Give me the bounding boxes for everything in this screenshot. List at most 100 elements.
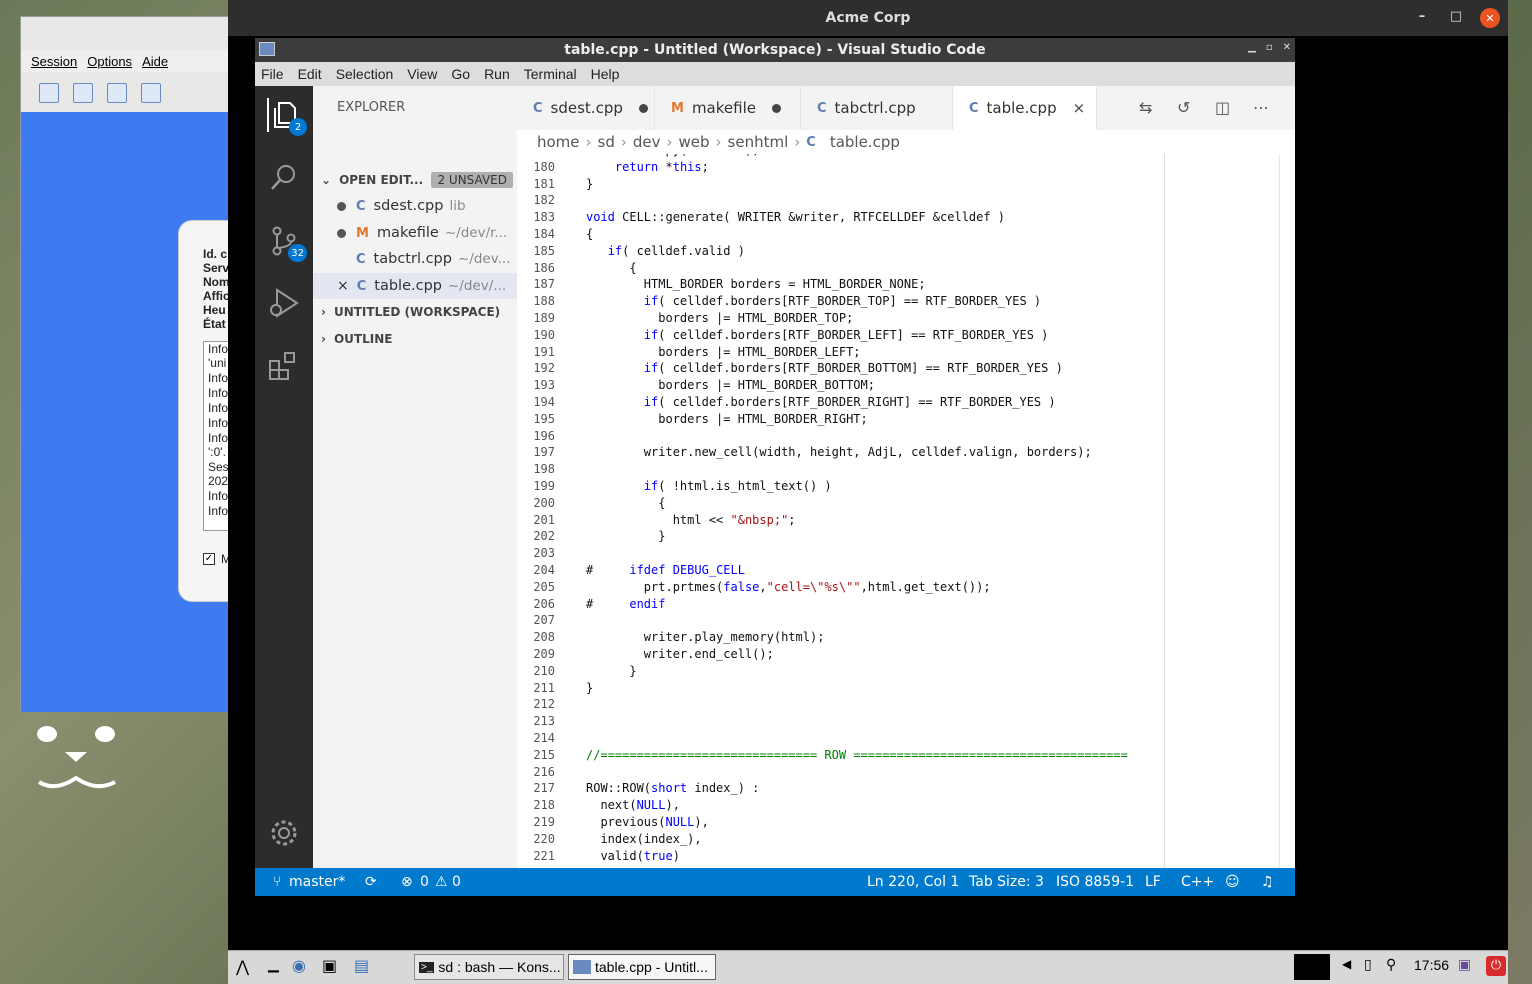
warning-count[interactable]: 0 — [452, 874, 461, 890]
menu-go[interactable]: Go — [451, 66, 470, 82]
code-line[interactable]: borders |= HTML_BORDER_BOTTOM; — [586, 378, 875, 392]
tab-table[interactable]: C table.cpp × — [953, 86, 1097, 130]
code-line[interactable]: } — [586, 664, 636, 678]
breadcrumb-item[interactable]: senhtml — [728, 133, 789, 151]
bg-menu-session[interactable]: Session — [31, 54, 77, 69]
warning-icon[interactable]: ⚠ — [435, 874, 448, 890]
notifications-bell-icon[interactable]: ♫ — [1261, 874, 1274, 890]
language-mode[interactable]: C++ — [1181, 874, 1214, 890]
maximize-icon[interactable]: ▫ — [1266, 42, 1273, 53]
power-icon[interactable]: ⏻ — [1486, 956, 1506, 976]
code-editor[interactable]: 179 html.copy(ori.html); 180 return *this… — [517, 154, 1295, 868]
source-control-icon[interactable]: 32 — [267, 224, 307, 262]
code-line[interactable]: void CELL::generate( WRITER &writer, RTF… — [586, 210, 1005, 224]
new-session-icon[interactable] — [39, 82, 59, 103]
outline-section[interactable]: › OUTLINE — [313, 326, 517, 352]
code-line[interactable]: next(NULL), — [586, 798, 680, 812]
menu-edit[interactable]: Edit — [298, 66, 322, 82]
tab-size[interactable]: Tab Size: 3 — [969, 874, 1044, 890]
code-line[interactable]: } — [586, 529, 665, 543]
code-line[interactable]: writer.play_memory(html); — [586, 630, 825, 644]
maximize-icon[interactable]: □ — [1446, 9, 1466, 24]
breadcrumb-item[interactable]: sd — [598, 133, 615, 151]
menu-run[interactable]: Run — [484, 66, 510, 82]
monitor-icon[interactable]: ▣ — [1458, 957, 1476, 975]
start-menu-icon[interactable]: ⋀ — [236, 957, 249, 976]
branch-label[interactable]: master* — [289, 874, 345, 890]
browser-icon[interactable]: ◉ — [292, 956, 306, 975]
open-editor-item[interactable]: M makefile ~/dev/r... — [313, 220, 517, 246]
window-icon[interactable]: ▤ — [354, 956, 369, 975]
code-line[interactable]: # endif — [586, 597, 665, 611]
open-editor-item-active[interactable]: × C table.cpp ~/dev/... — [313, 273, 517, 299]
extensions-icon[interactable] — [267, 348, 301, 382]
task-terminal[interactable]: >_ sd : bash — Kons... — [414, 954, 564, 980]
clipboard-icon[interactable]: ▯ — [1364, 957, 1382, 975]
tab-makefile[interactable]: M makefile — [655, 86, 801, 130]
cursor-position[interactable]: Ln 220, Col 1 — [867, 874, 959, 890]
feedback-icon[interactable]: ☺ — [1225, 874, 1240, 890]
line-ending[interactable]: LF — [1145, 874, 1161, 890]
code-line[interactable]: ROW::ROW(short index_) : — [586, 781, 759, 795]
menu-view[interactable]: View — [407, 66, 437, 82]
outer-title-bar[interactable]: Acme Corp – □ ✕ — [228, 0, 1508, 36]
run-debug-icon[interactable] — [267, 286, 301, 320]
code-line[interactable]: if( !html.is_html_text() ) — [586, 479, 832, 493]
window-menu-icon[interactable] — [259, 42, 275, 56]
code-line[interactable]: html << "&nbsp;"; — [586, 513, 796, 527]
code-line[interactable]: { — [586, 261, 636, 275]
show-desktop-icon[interactable]: ▁ — [268, 957, 279, 973]
settings-gear-icon[interactable] — [267, 816, 301, 850]
code-line[interactable]: if( celldef.borders[RTF_BORDER_LEFT] == … — [586, 328, 1049, 342]
menu-file[interactable]: File — [261, 66, 284, 82]
tab-tabctrl[interactable]: C tabctrl.cpp — [801, 86, 953, 130]
close-icon[interactable]: × — [337, 278, 349, 294]
error-count[interactable]: 0 — [420, 874, 429, 890]
save-icon[interactable] — [107, 82, 127, 103]
breadcrumb-item[interactable]: web — [679, 133, 710, 151]
code-line[interactable]: HTML_BORDER borders = HTML_BORDER_NONE; — [586, 277, 926, 291]
tab-sdest[interactable]: C sdest.cpp — [517, 86, 655, 130]
menu-terminal[interactable]: Terminal — [524, 66, 577, 82]
checkbox[interactable]: ✓ — [203, 553, 215, 565]
clock[interactable]: 17:56 — [1414, 957, 1449, 973]
breadcrumb-item[interactable]: table.cpp — [830, 133, 900, 151]
minimap[interactable] — [1279, 154, 1280, 868]
code-line[interactable]: } — [586, 177, 593, 191]
code-line[interactable]: if( celldef.borders[RTF_BORDER_BOTTOM] =… — [586, 361, 1063, 375]
minimize-icon[interactable]: ▁ — [1248, 42, 1256, 53]
task-vscode[interactable]: table.cpp - Untitl... — [568, 954, 716, 980]
menu-selection[interactable]: Selection — [336, 66, 394, 82]
close-icon[interactable]: × — [1073, 99, 1086, 117]
live-share-icon[interactable]: ↺ — [1177, 98, 1190, 117]
open-editor-item[interactable]: C tabctrl.cpp ~/dev... — [313, 246, 517, 272]
unsaved-dot-icon[interactable] — [771, 103, 781, 113]
code-line[interactable]: { — [586, 496, 665, 510]
sync-icon[interactable]: ⟳ — [365, 874, 377, 890]
code-line[interactable]: html.copy(ori.html); — [586, 154, 760, 157]
breadcrumb-item[interactable]: home — [537, 133, 580, 151]
code-line[interactable]: previous(NULL), — [586, 815, 708, 829]
code-line[interactable]: writer.end_cell(); — [586, 647, 774, 661]
bg-menu-aide[interactable]: Aide — [142, 54, 168, 69]
open-editor-item[interactable]: C sdest.cpp lib — [313, 193, 517, 219]
code-line[interactable]: } — [586, 681, 593, 695]
code-line[interactable]: return *this; — [586, 160, 709, 174]
volume-icon[interactable]: ◀ — [1342, 957, 1360, 975]
close-icon[interactable]: ✕ — [1480, 8, 1500, 28]
unsaved-dot-icon[interactable] — [337, 201, 346, 211]
explorer-icon[interactable]: 2 — [267, 98, 307, 136]
encoding[interactable]: ISO 8859-1 — [1056, 874, 1134, 890]
code-line[interactable]: //============================== ROW ===… — [586, 748, 1128, 762]
breadcrumb-item[interactable]: dev — [633, 133, 661, 151]
code-line[interactable]: borders |= HTML_BORDER_TOP; — [586, 311, 853, 325]
wrench-icon[interactable] — [141, 82, 161, 103]
code-line[interactable]: if( celldef.borders[RTF_BORDER_TOP] == R… — [586, 294, 1041, 308]
code-line[interactable]: writer.new_cell(width, height, AdjL, cel… — [586, 445, 1092, 459]
search-icon[interactable]: ⚲ — [1386, 957, 1404, 975]
split-editor-icon[interactable]: ◫ — [1215, 98, 1230, 117]
code-line[interactable]: borders |= HTML_BORDER_RIGHT; — [586, 412, 868, 426]
code-line[interactable]: if( celldef.valid ) — [586, 244, 745, 258]
more-actions-icon[interactable]: ⋯ — [1253, 98, 1269, 117]
edit-icon[interactable] — [73, 82, 93, 103]
